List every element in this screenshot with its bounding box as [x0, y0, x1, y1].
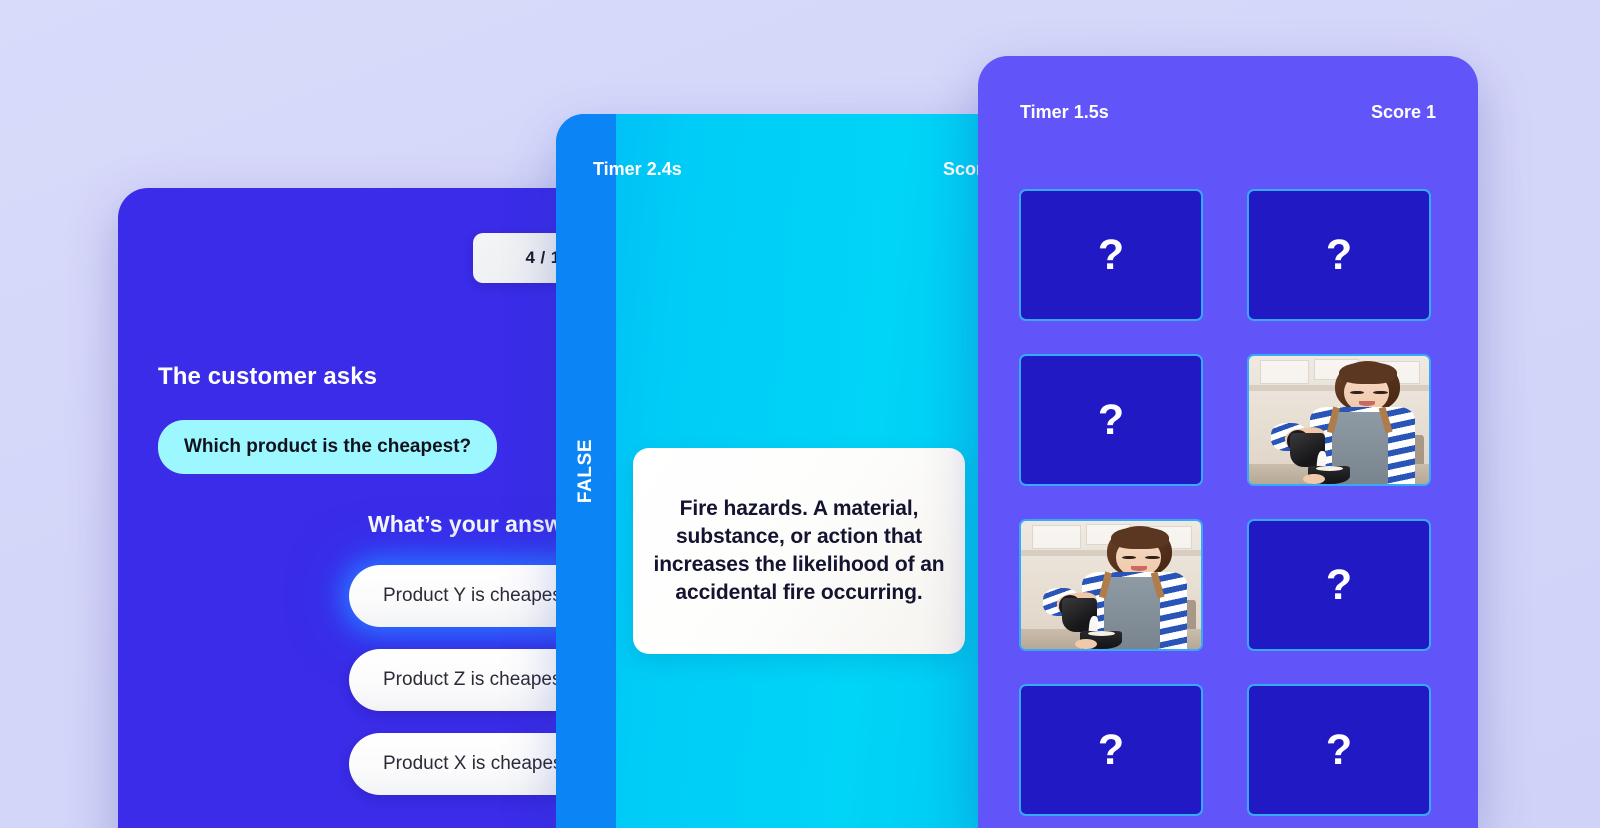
memory-tile-3[interactable]: ?: [1019, 354, 1203, 486]
memory-tile-5[interactable]: [1019, 519, 1203, 651]
memory-tile-8[interactable]: ?: [1247, 684, 1431, 816]
question-mark-icon: ?: [1097, 725, 1125, 774]
screenshot-stage: 4 / 14 The customer asks Which product i…: [0, 0, 1600, 828]
flashcard-answer-text: Fire hazards. A material, substance, or …: [653, 496, 945, 605]
barista-pouring-milk-photo: [1021, 521, 1201, 649]
quiz-option-1-label: Product Y is cheapest: [383, 585, 568, 606]
quiz-prompt-label: The customer asks: [158, 363, 378, 390]
question-mark-icon: ?: [1097, 395, 1125, 444]
memory-tile-6[interactable]: ?: [1247, 519, 1431, 651]
quiz-question-text: Which product is the cheapest?: [184, 436, 472, 457]
flashcard-timer: Timer 2.4s: [593, 159, 682, 179]
memory-game-card: Timer 1.5s Score 1 ? ? ? ? ? ?: [978, 56, 1478, 828]
quiz-option-2-label: Product Z is cheapest: [383, 669, 567, 690]
flashcard: FALSE Timer 2.4s Score Fire hazards. A m…: [556, 114, 1026, 828]
flashcard-false-strip-label-wrap: FALSE: [556, 114, 616, 828]
question-mark-icon: ?: [1097, 230, 1125, 279]
memory-tile-1[interactable]: ?: [1019, 189, 1203, 321]
question-mark-icon: ?: [1325, 725, 1353, 774]
question-mark-icon: ?: [1325, 230, 1353, 279]
memory-tile-grid: ? ? ? ? ? ?: [1019, 189, 1439, 816]
flashcard-false-label: FALSE: [575, 438, 597, 504]
memory-score: Score 1: [1370, 102, 1436, 122]
question-mark-icon: ?: [1325, 560, 1353, 609]
memory-tile-4[interactable]: [1247, 354, 1431, 486]
memory-tile-7[interactable]: ?: [1019, 684, 1203, 816]
memory-timer: Timer 1.5s: [1020, 102, 1109, 122]
barista-pouring-milk-photo: [1249, 356, 1429, 484]
flashcard-answer-panel[interactable]: Fire hazards. A material, substance, or …: [633, 448, 965, 654]
memory-tile-2[interactable]: ?: [1247, 189, 1431, 321]
quiz-option-3-label: Product X is cheapest: [383, 753, 568, 774]
quiz-question-bubble: Which product is the cheapest?: [158, 420, 498, 474]
